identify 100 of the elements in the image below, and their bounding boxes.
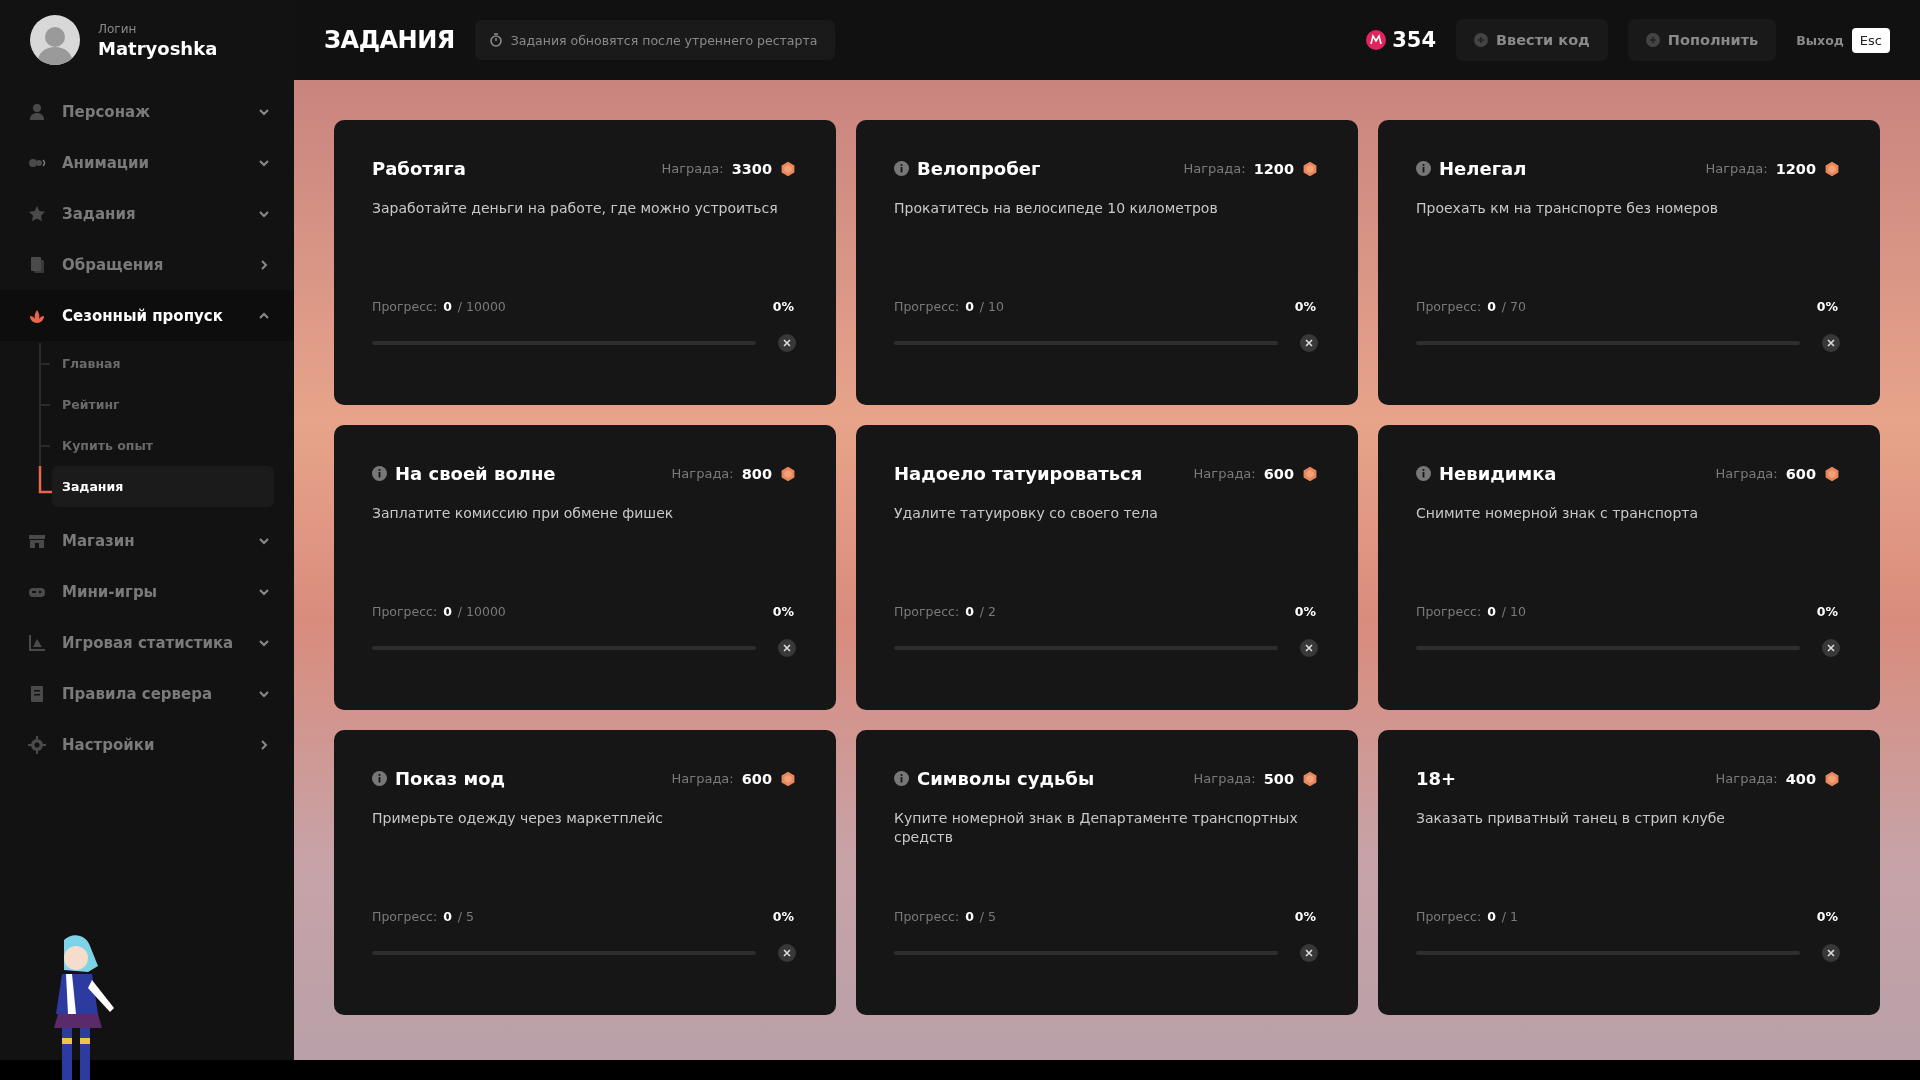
task-title: Надоело татуироваться [894, 463, 1144, 484]
close-button[interactable] [1822, 639, 1840, 657]
tree-connector [38, 425, 52, 466]
task-title: Работяга [372, 158, 467, 179]
progress-label: Прогресс: [372, 909, 438, 924]
sidebar-item[interactable]: Задания [0, 188, 294, 239]
close-button[interactable] [778, 944, 796, 962]
progress-done: 0 [1487, 299, 1496, 314]
reward-value: 3300 [731, 160, 772, 177]
submenu-item[interactable]: Главная [52, 343, 274, 384]
progress-label: Прогресс: [372, 299, 438, 314]
exit-label: Выход [1796, 32, 1844, 48]
progress-done: 0 [965, 909, 974, 924]
currency-icon [1366, 30, 1387, 50]
close-icon [1827, 949, 1835, 957]
progress-percent: 0% [772, 604, 794, 619]
sidebar-item[interactable]: Обращения [0, 239, 294, 290]
sidebar-item[interactable]: Мини-игры [0, 566, 294, 617]
close-button[interactable] [1300, 639, 1318, 657]
task-title: Велопробег [917, 158, 1042, 179]
progress-done: 0 [443, 604, 452, 619]
submenu-item[interactable]: Рейтинг [52, 384, 274, 425]
progress-done: 0 [1487, 909, 1496, 924]
sidebar-item[interactable]: Правила сервера [0, 668, 294, 719]
progress-label: Прогресс: [894, 299, 960, 314]
sidebar-item[interactable]: Сезонный пропуск [0, 290, 294, 341]
task-description: Заплатите комиссию при обмене фишек [372, 504, 675, 523]
esc-key[interactable]: Esc [1851, 27, 1890, 53]
reward-value: 600 [741, 770, 772, 787]
submenu-item[interactable]: Задания [52, 466, 274, 507]
chevron-icon [258, 258, 270, 271]
coin-icon [1824, 160, 1840, 177]
coin-icon [1302, 465, 1318, 482]
info-icon[interactable] [1416, 161, 1431, 176]
close-button[interactable] [1300, 944, 1318, 962]
progress-percent: 0% [1294, 299, 1316, 314]
info-icon[interactable] [894, 771, 909, 786]
close-button[interactable] [1822, 334, 1840, 352]
close-button[interactable] [1822, 944, 1840, 962]
progress-total: / 1 [1501, 909, 1519, 924]
close-icon [783, 339, 791, 347]
sidebar-item[interactable]: Анимации [0, 137, 294, 188]
progress-total: / 10 [1501, 604, 1527, 619]
task-description: Проехать км на транспорте без номеров [1416, 199, 1719, 218]
close-button[interactable] [778, 334, 796, 352]
progress-total: / 10000 [457, 604, 507, 619]
task-title: Нелегал [1439, 158, 1528, 179]
info-icon[interactable] [372, 771, 387, 786]
menu-icon [28, 633, 46, 652]
info-icon[interactable] [1416, 466, 1431, 481]
info-icon[interactable] [372, 466, 387, 481]
reward-label: Награда: [1183, 161, 1246, 176]
progress-total: / 70 [1501, 299, 1527, 314]
reward-label: Награда: [1193, 771, 1256, 786]
reward-label: Награда: [1715, 771, 1778, 786]
progress-total: / 5 [457, 909, 475, 924]
reward-value: 500 [1263, 770, 1294, 787]
progress-label: Прогресс: [894, 909, 960, 924]
progress-done: 0 [965, 604, 974, 619]
sidebar-item[interactable]: Персонаж [0, 86, 294, 137]
task-description: Снимите номерной знак с транспорта [1416, 504, 1699, 523]
sidebar-item[interactable]: Игровая статистика [0, 617, 294, 668]
reward-label: Награда: [1705, 161, 1768, 176]
progress-total: / 2 [979, 604, 997, 619]
progress-label: Прогресс: [894, 604, 960, 619]
coin-icon [780, 160, 796, 177]
info-icon[interactable] [894, 161, 909, 176]
close-button[interactable] [778, 639, 796, 657]
close-icon [1305, 949, 1313, 957]
progress-label: Прогресс: [1416, 604, 1482, 619]
task-title: На своей волне [395, 463, 557, 484]
task-description: Заработайте деньги на работе, где можно устроиться [372, 199, 779, 218]
close-button[interactable] [1300, 334, 1318, 352]
header-button[interactable]: Пополнить [1627, 19, 1777, 61]
sidebar-item[interactable]: Магазин [0, 515, 294, 566]
reward-value: 600 [1263, 465, 1294, 482]
progress-label: Прогресс: [1416, 299, 1482, 314]
reward-value: 400 [1785, 770, 1816, 787]
reward-label: Награда: [661, 161, 724, 176]
sidebar-item[interactable]: Настройки [0, 719, 294, 770]
close-icon [1827, 644, 1835, 652]
close-icon [1827, 339, 1835, 347]
progress-percent: 0% [1816, 604, 1838, 619]
progress-percent: 0% [1816, 299, 1838, 314]
header-button[interactable]: Ввести код [1456, 19, 1608, 61]
progress-total: / 10000 [457, 299, 507, 314]
progress-percent: 0% [1294, 604, 1316, 619]
coin-icon [1302, 160, 1318, 177]
reward-value: 800 [741, 465, 772, 482]
coin-icon [780, 770, 796, 787]
task-description: Заказать приватный танец в стрип клубе [1416, 809, 1726, 828]
submenu-item[interactable]: Купить опыт [52, 425, 274, 466]
chevron-icon [258, 738, 270, 751]
close-icon [783, 644, 791, 652]
page-title: ЗАДАНИЯ [324, 26, 455, 54]
progress-label: Прогресс: [1416, 909, 1482, 924]
progress-done: 0 [965, 299, 974, 314]
progress-total: / 10 [979, 299, 1005, 314]
reward-label: Награда: [1193, 466, 1256, 481]
username: Matryoshka [98, 37, 218, 59]
